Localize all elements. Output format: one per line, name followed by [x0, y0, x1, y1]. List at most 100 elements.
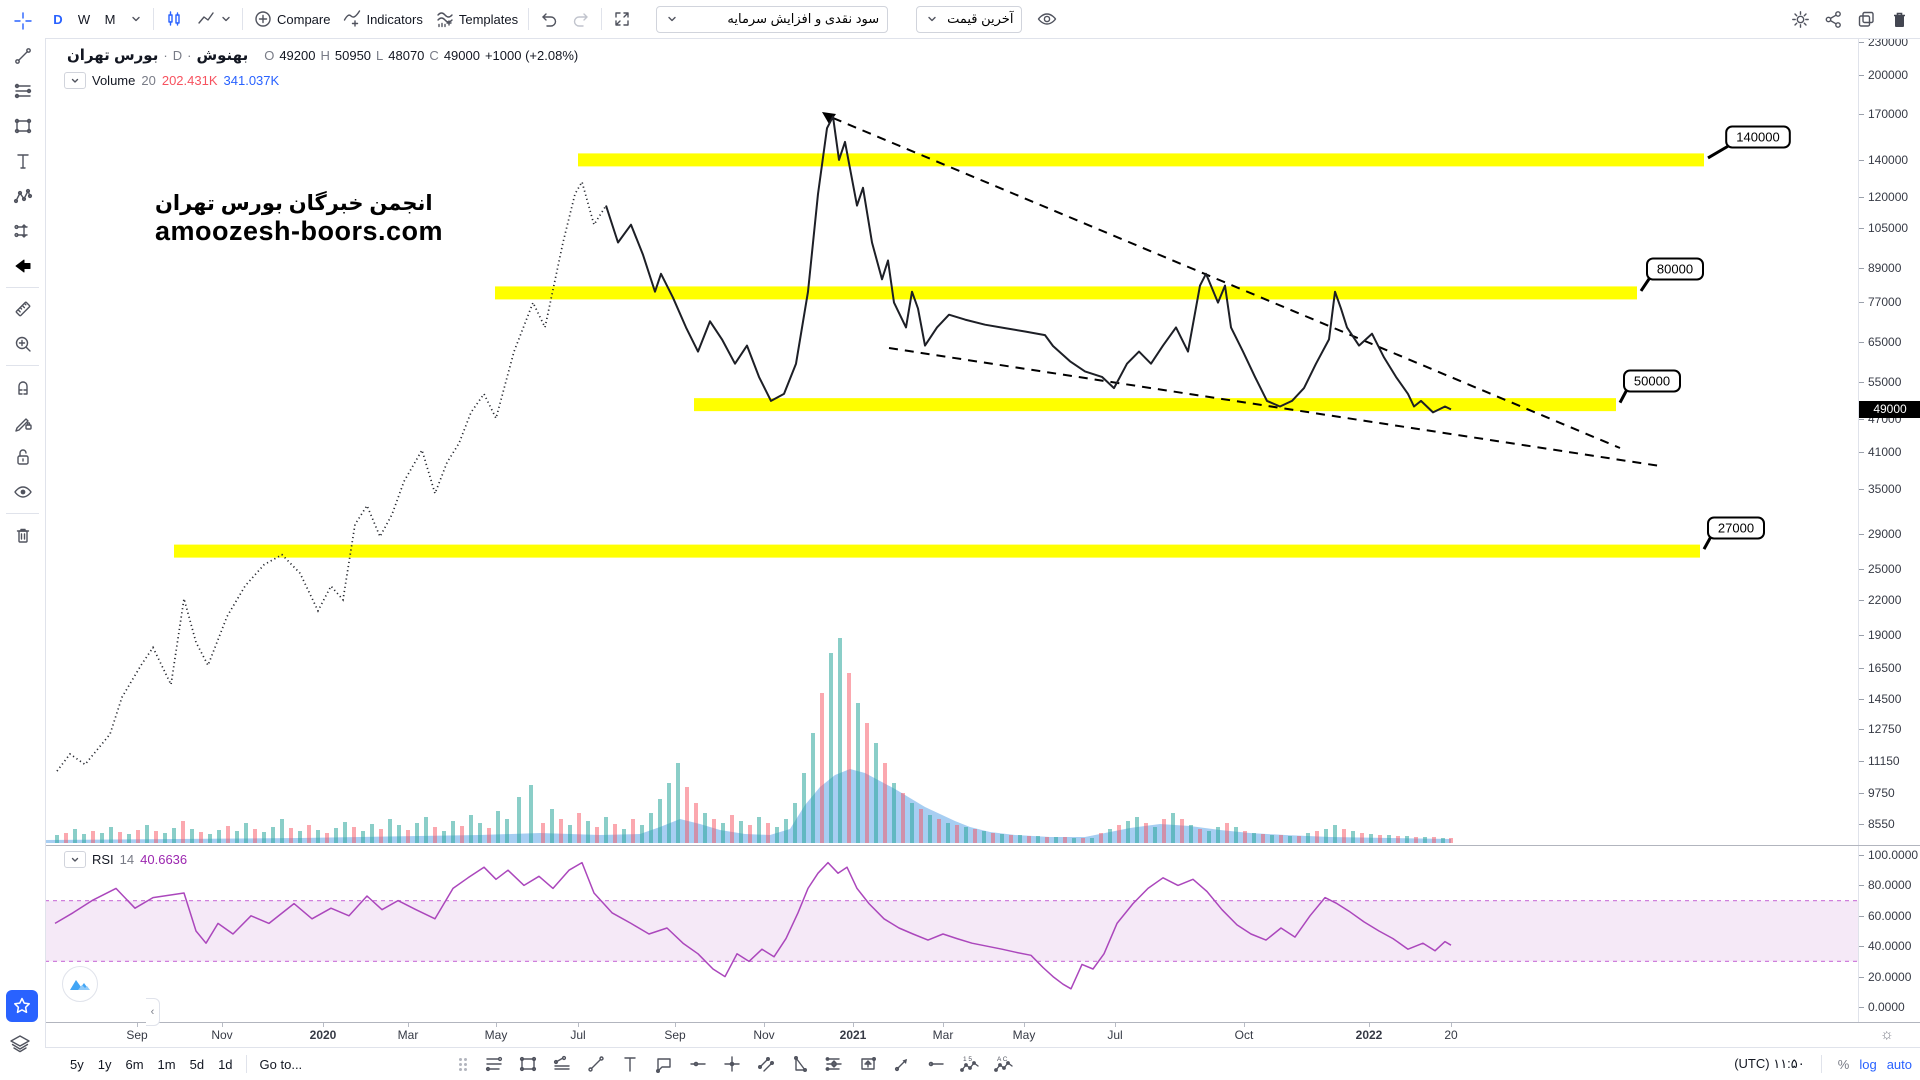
price-callout-tail[interactable]: [1620, 390, 1627, 403]
volume-bar[interactable]: [1027, 836, 1031, 843]
indicators-button[interactable]: Indicators: [336, 5, 428, 33]
favorites-star-button[interactable]: [6, 990, 38, 1022]
volume-bar[interactable]: [793, 803, 797, 843]
volume-bar[interactable]: [442, 831, 446, 843]
volume-bar[interactable]: [730, 815, 734, 843]
horizontal-line-tool-button[interactable]: [681, 1050, 715, 1078]
price-callout[interactable]: [1726, 127, 1790, 148]
price-callout-label[interactable]: 50000: [1634, 374, 1670, 389]
volume-bar[interactable]: [262, 832, 266, 843]
price-callout-label[interactable]: 27000: [1718, 521, 1754, 536]
volume-bar[interactable]: [1126, 821, 1130, 843]
volume-bar[interactable]: [325, 833, 329, 843]
volume-bar[interactable]: [352, 827, 356, 843]
rsi-series[interactable]: [55, 863, 1451, 989]
volume-bar[interactable]: [1081, 838, 1085, 843]
volume-bar[interactable]: [1405, 836, 1409, 843]
range-5y-button[interactable]: 5y: [63, 1055, 91, 1074]
volume-bar[interactable]: [460, 826, 464, 843]
long-position-tool-button[interactable]: [817, 1050, 851, 1078]
volume-bar[interactable]: [748, 825, 752, 843]
volume-bar[interactable]: [217, 830, 221, 843]
volume-bar[interactable]: [865, 723, 869, 843]
volume-bar[interactable]: [82, 834, 86, 843]
volume-bar[interactable]: [415, 823, 419, 843]
horizontal-ray-tool-button[interactable]: [919, 1050, 953, 1078]
volume-bar[interactable]: [1135, 817, 1139, 843]
delete-layout-button[interactable]: [1883, 5, 1916, 33]
rsi-legend-collapse-button[interactable]: [64, 851, 86, 868]
volume-bar[interactable]: [622, 829, 626, 843]
snapshot-button[interactable]: [1850, 5, 1883, 33]
volume-bar[interactable]: [910, 803, 914, 843]
range-1y-button[interactable]: 1y: [91, 1055, 119, 1074]
price-series-dotted[interactable]: [57, 182, 606, 771]
volume-bar[interactable]: [1108, 829, 1112, 843]
volume-bar[interactable]: [451, 821, 455, 843]
volume-bar[interactable]: [199, 832, 203, 843]
volume-bar[interactable]: [289, 828, 293, 843]
volume-bar[interactable]: [901, 793, 905, 843]
price-callout-label[interactable]: 80000: [1657, 262, 1693, 277]
fib-lines-tool-button[interactable]: [477, 1050, 511, 1078]
percent-scale-toggle[interactable]: %: [1838, 1057, 1850, 1072]
cross-line-tool-button[interactable]: [715, 1050, 749, 1078]
volume-bar[interactable]: [703, 813, 707, 843]
chart-style-candles-button[interactable]: [158, 5, 190, 33]
volume-bar[interactable]: [1297, 836, 1301, 843]
volume-bar[interactable]: [1441, 838, 1445, 843]
symbol-legend[interactable]: بورس تهران · D · بهنوش O49200 H50950 L48…: [67, 46, 578, 64]
volume-bar[interactable]: [1315, 831, 1319, 843]
volume-bar[interactable]: [649, 813, 653, 843]
pane-divider[interactable]: [45, 845, 1920, 846]
triangle-tool-button[interactable]: [783, 1050, 817, 1078]
volume-bar[interactable]: [964, 827, 968, 843]
volume-bar[interactable]: [973, 829, 977, 843]
range-6m-button[interactable]: 6m: [118, 1055, 150, 1074]
volume-bar[interactable]: [613, 824, 617, 843]
volume-overlay-area[interactable]: [45, 769, 1451, 843]
volume-bar[interactable]: [181, 821, 185, 843]
object-tree-button[interactable]: [8, 1030, 36, 1058]
price-callout-tail[interactable]: [1641, 278, 1650, 291]
price-callout-tail[interactable]: [1704, 537, 1711, 550]
volume-bar[interactable]: [163, 833, 167, 843]
volume-bar[interactable]: [1342, 829, 1346, 843]
last-price-dropdown[interactable]: آخرین قیمت: [916, 6, 1022, 33]
share-button[interactable]: [1817, 5, 1850, 33]
compare-button[interactable]: Compare: [247, 5, 336, 33]
volume-bar[interactable]: [1423, 837, 1427, 843]
elliott-wave-tool-button[interactable]: 1 5: [953, 1050, 987, 1078]
goto-date-button[interactable]: Go to...: [253, 1055, 310, 1074]
volume-bar[interactable]: [1396, 836, 1400, 843]
volume-bar[interactable]: [1234, 827, 1238, 843]
rectangle-tool[interactable]: [4, 109, 42, 143]
volume-bar[interactable]: [1180, 819, 1184, 843]
volume-bar[interactable]: [406, 830, 410, 843]
rectangle-tool-button[interactable]: [511, 1050, 545, 1078]
volume-bar[interactable]: [667, 783, 671, 843]
volume-bar[interactable]: [1216, 827, 1220, 843]
price-callout-tail[interactable]: [1708, 146, 1729, 158]
volume-bar[interactable]: [280, 819, 284, 843]
volume-bar[interactable]: [55, 835, 59, 843]
volume-bar[interactable]: [424, 817, 428, 843]
lock-drawings-tool[interactable]: [4, 440, 42, 474]
volume-bar[interactable]: [1261, 834, 1265, 843]
undo-button[interactable]: [533, 5, 565, 33]
fullscreen-button[interactable]: [606, 5, 638, 33]
volume-bar[interactable]: [109, 827, 113, 843]
volume-bar[interactable]: [874, 743, 878, 843]
volume-bar[interactable]: [136, 830, 140, 843]
volume-bar[interactable]: [397, 825, 401, 843]
volume-bar[interactable]: [775, 827, 779, 843]
price-axis[interactable]: 2300002000001700001400001200001050008900…: [1858, 38, 1920, 1022]
volume-bar[interactable]: [379, 829, 383, 843]
volume-bar[interactable]: [253, 829, 257, 843]
price-callout[interactable]: [1708, 518, 1764, 539]
volume-bar[interactable]: [802, 773, 806, 843]
volume-bar[interactable]: [1387, 835, 1391, 843]
rsi-band[interactable]: [45, 901, 1858, 962]
chart-canvas[interactable]: 140000800005000027000: [0, 0, 1920, 1080]
zoom-in-tool[interactable]: [4, 327, 42, 361]
